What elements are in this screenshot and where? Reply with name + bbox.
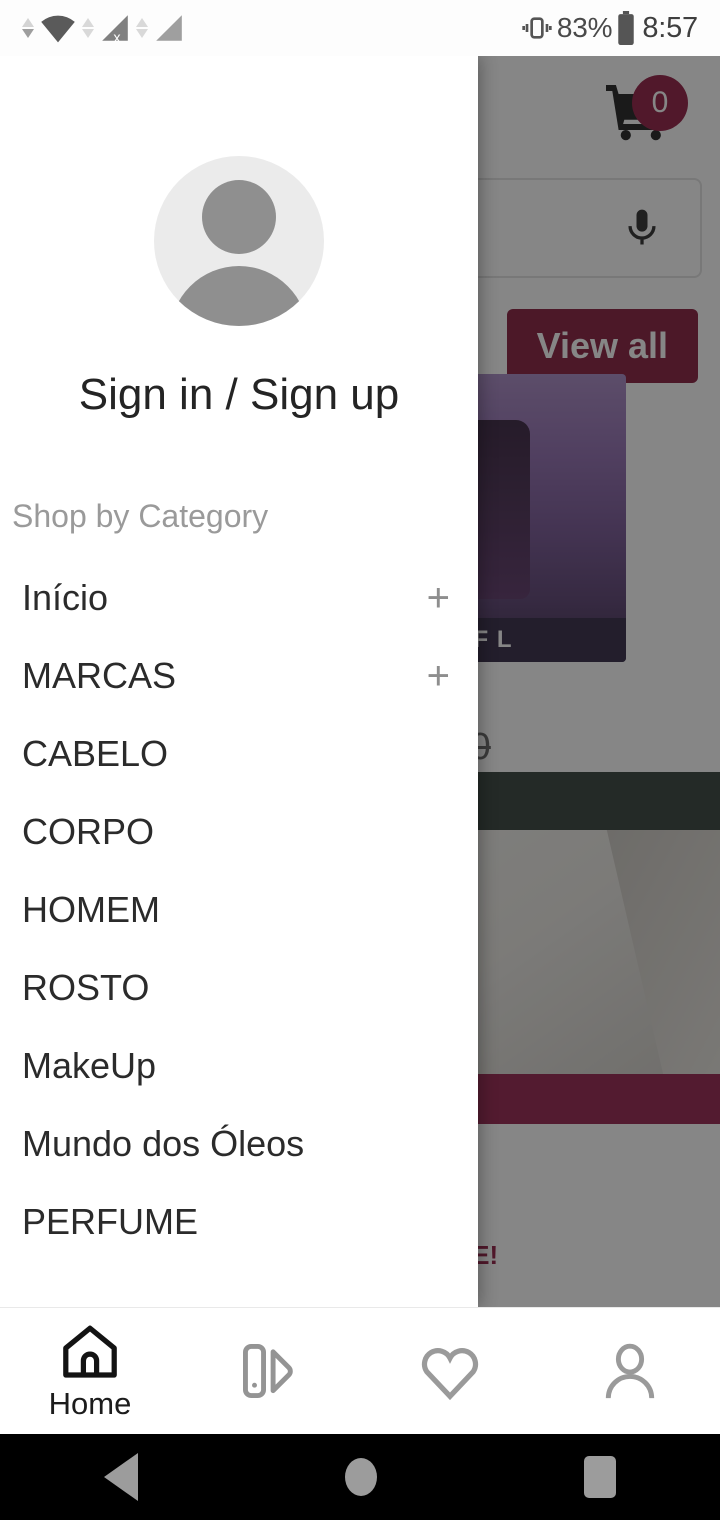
category-label: Início: [22, 577, 109, 618]
category-item-inicio[interactable]: Início +: [0, 559, 478, 637]
wifi-icon: [41, 15, 75, 43]
back-triangle-icon[interactable]: [103, 1453, 138, 1501]
category-label: CABELO: [22, 733, 169, 774]
person-icon: [605, 1343, 655, 1399]
home-circle-icon[interactable]: [344, 1458, 377, 1496]
vibrate-icon: [522, 17, 552, 39]
status-bar-right-icons: 83% 8:57: [520, 11, 698, 45]
bottom-navigation-bar: Home: [0, 1307, 720, 1434]
home-icon: [63, 1325, 117, 1378]
category-label: PERFUME: [22, 1201, 199, 1242]
svg-text:x: x: [113, 30, 121, 44]
bottom-nav-item-wishlist[interactable]: [360, 1308, 540, 1434]
android-system-nav: [0, 1434, 720, 1520]
category-item-marcas[interactable]: MARCAS +: [0, 637, 478, 715]
category-list: Início + MARCAS + CABELO CORPO HOMEM ROS…: [0, 559, 478, 1261]
category-item-homem[interactable]: HOMEM: [0, 871, 478, 949]
category-label: HOMEM: [22, 889, 160, 930]
sign-in-sign-up-button[interactable]: Sign in / Sign up: [79, 370, 399, 420]
data-arrows-icon: [136, 18, 148, 38]
shop-by-category-label: Shop by Category: [12, 498, 269, 534]
app-root: OS 0 ? View all: [0, 0, 720, 1520]
bottom-nav-item-home[interactable]: Home: [0, 1308, 180, 1434]
expand-plus-icon[interactable]: +: [427, 578, 450, 618]
avatar-body-shape: [170, 266, 308, 326]
data-arrows-icon: [22, 18, 34, 38]
navigation-drawer: Sign in / Sign up Shop by Category Iníci…: [0, 56, 478, 1307]
avatar-head-shape: [202, 180, 276, 254]
signal-bars-icon: [156, 15, 182, 41]
category-label: MakeUp: [22, 1045, 157, 1086]
battery-percent-label: 83%: [556, 12, 613, 43]
bottom-nav-item-account[interactable]: [540, 1308, 720, 1434]
expand-plus-icon[interactable]: +: [427, 656, 450, 696]
heart-icon: [421, 1348, 479, 1401]
categories-swatch-icon: [243, 1344, 293, 1398]
bottom-nav-item-categories[interactable]: [180, 1308, 360, 1434]
recents-square-icon[interactable]: [584, 1456, 617, 1498]
status-bar: x 83% 8:57: [0, 0, 720, 56]
category-label: CORPO: [22, 811, 155, 852]
user-avatar-placeholder-icon[interactable]: [154, 156, 324, 326]
data-arrows-icon: [82, 18, 94, 38]
category-item-makeup[interactable]: MakeUp: [0, 1027, 478, 1105]
category-item-rosto[interactable]: ROSTO: [0, 949, 478, 1027]
category-label: MARCAS: [22, 655, 177, 696]
category-item-corpo[interactable]: CORPO: [0, 793, 478, 871]
battery-icon: [618, 11, 635, 45]
category-item-mundo-dos-oleos[interactable]: Mundo dos Óleos: [0, 1105, 478, 1183]
clock-label: 8:57: [642, 11, 698, 44]
status-bar-left-icons: x: [22, 12, 186, 44]
bottom-nav-label: Home: [48, 1386, 132, 1421]
category-item-cabelo[interactable]: CABELO: [0, 715, 478, 793]
category-item-perfume[interactable]: PERFUME: [0, 1183, 478, 1261]
category-label: Mundo dos Óleos: [22, 1123, 305, 1164]
drawer-header: Sign in / Sign up: [0, 56, 478, 420]
signal-no-sim-icon: x: [102, 15, 128, 44]
category-label: ROSTO: [22, 967, 150, 1008]
